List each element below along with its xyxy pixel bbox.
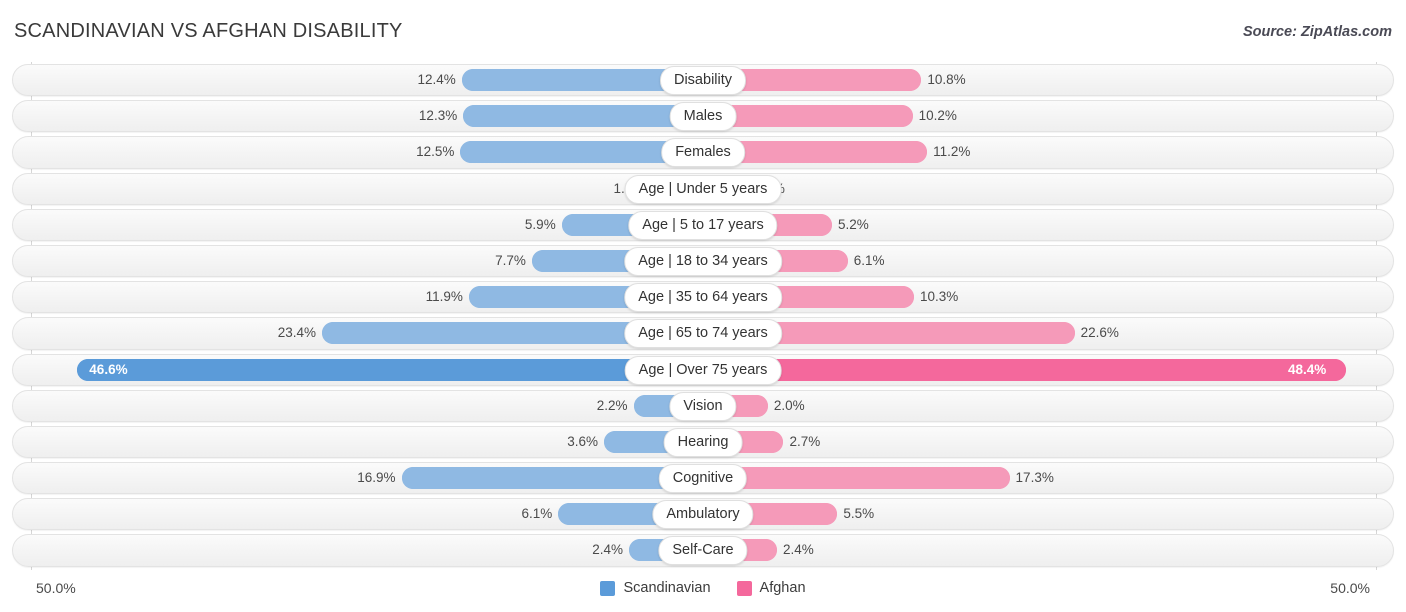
category-label-pill[interactable]: Vision <box>669 391 737 421</box>
value-label-afghan: 2.7% <box>789 433 821 449</box>
category-label-pill[interactable]: Age | Under 5 years <box>624 174 782 204</box>
table-row: 23.4% 22.6% Age | 65 to 74 years <box>0 315 1406 351</box>
table-row: 6.1% 5.5% Ambulatory <box>0 496 1406 532</box>
table-row: 46.6% 48.4% Age | Over 75 years <box>0 352 1406 388</box>
category-label-pill[interactable]: Ambulatory <box>652 500 754 530</box>
legend-item-scandinavian[interactable]: Scandinavian <box>600 580 711 596</box>
value-label-scandinavian: 12.3% <box>418 108 458 124</box>
table-row: 7.7% 6.1% Age | 18 to 34 years <box>0 243 1406 279</box>
value-label-afghan: 10.3% <box>920 289 959 305</box>
category-label-pill[interactable]: Males <box>669 102 737 132</box>
table-row: 2.4% 2.4% Self-Care <box>0 532 1406 568</box>
source-attribution: Source: ZipAtlas.com <box>1242 24 1392 40</box>
table-row: 12.5% 11.2% Females <box>0 134 1406 170</box>
square-swatch-icon <box>600 580 616 596</box>
table-row: 16.9% 17.3% Cognitive <box>0 460 1406 496</box>
chart-plot-area: 12.4% 10.8% Disability 12.3% 10.2% Males 12.5%… <box>0 62 1406 570</box>
table-row: 12.4% 10.8% Disability <box>0 62 1406 98</box>
bar-afghan <box>703 467 1010 490</box>
category-label-pill[interactable]: Age | 18 to 34 years <box>624 246 782 276</box>
bar-scandinavian <box>77 358 703 381</box>
value-label-scandinavian: 12.4% <box>417 72 456 87</box>
value-label-scandinavian: 46.6% <box>89 361 128 377</box>
value-label-afghan: 22.6% <box>1080 325 1119 341</box>
value-label-afghan: 6.1% <box>853 252 885 268</box>
legend-label: Scandinavian <box>623 580 711 596</box>
table-row: 11.9% 10.3% Age | 35 to 64 years <box>0 279 1406 315</box>
table-row: 3.6% 2.7% Hearing <box>0 424 1406 460</box>
chart-legend: Scandinavian Afghan <box>0 580 1406 596</box>
bar-afghan <box>703 358 1346 381</box>
value-label-scandinavian: 11.9% <box>425 289 463 305</box>
table-row: 2.2% 2.0% Vision <box>0 388 1406 424</box>
square-swatch-icon <box>736 580 752 596</box>
value-label-afghan: 48.4% <box>1288 361 1327 377</box>
value-label-afghan: 2.4% <box>782 542 814 558</box>
chart-header: SCANDINAVIAN VS AFGHAN DISABILITY Source… <box>0 0 1406 62</box>
value-label-afghan: 11.2% <box>933 144 971 160</box>
category-label-pill[interactable]: Self-Care <box>658 536 748 566</box>
value-label-scandinavian: 3.6% <box>567 433 598 449</box>
value-label-scandinavian: 16.9% <box>357 470 396 486</box>
value-label-afghan: 5.5% <box>843 506 875 522</box>
value-label-scandinavian: 2.4% <box>592 542 624 558</box>
value-label-scandinavian: 6.1% <box>521 506 553 522</box>
category-label-pill[interactable]: Age | 5 to 17 years <box>628 210 778 240</box>
table-row: 12.3% 10.2% Males <box>0 98 1406 134</box>
category-label-pill[interactable]: Females <box>661 138 745 168</box>
category-label-pill[interactable]: Cognitive <box>658 464 748 494</box>
category-label-pill[interactable]: Age | Over 75 years <box>624 355 782 385</box>
value-label-scandinavian: 7.7% <box>495 252 526 268</box>
value-label-afghan: 5.2% <box>838 216 869 232</box>
legend-item-afghan[interactable]: Afghan <box>736 580 806 596</box>
bar-rows-container: 12.4% 10.8% Disability 12.3% 10.2% Males 12.5%… <box>0 62 1406 569</box>
table-row: 5.9% 5.2% Age | 5 to 17 years <box>0 207 1406 243</box>
value-label-afghan: 17.3% <box>1015 470 1054 486</box>
value-label-afghan: 10.8% <box>927 72 966 87</box>
value-label-scandinavian: 2.2% <box>596 397 628 413</box>
legend-label: Afghan <box>759 580 806 596</box>
value-label-scandinavian: 23.4% <box>277 325 316 341</box>
bar-scandinavian <box>463 105 703 128</box>
category-label-pill[interactable]: Age | 65 to 74 years <box>624 319 782 349</box>
category-label-pill[interactable]: Hearing <box>663 427 743 457</box>
category-label-pill[interactable]: Age | 35 to 64 years <box>624 283 782 313</box>
table-row: 1.5%0.94%Age | Under 5 years <box>0 171 1406 207</box>
page-title: SCANDINAVIAN VS AFGHAN DISABILITY <box>14 20 403 42</box>
bar-scandinavian <box>401 467 703 490</box>
value-label-scandinavian: 12.5% <box>416 144 455 160</box>
value-label-scandinavian: 5.9% <box>524 216 556 232</box>
category-label-pill[interactable]: Disability <box>659 66 747 95</box>
value-label-afghan: 2.0% <box>773 397 805 413</box>
value-label-afghan: 10.2% <box>918 108 957 124</box>
chart-footer: 50.0% 50.0% Scandinavian Afghan <box>0 570 1406 612</box>
